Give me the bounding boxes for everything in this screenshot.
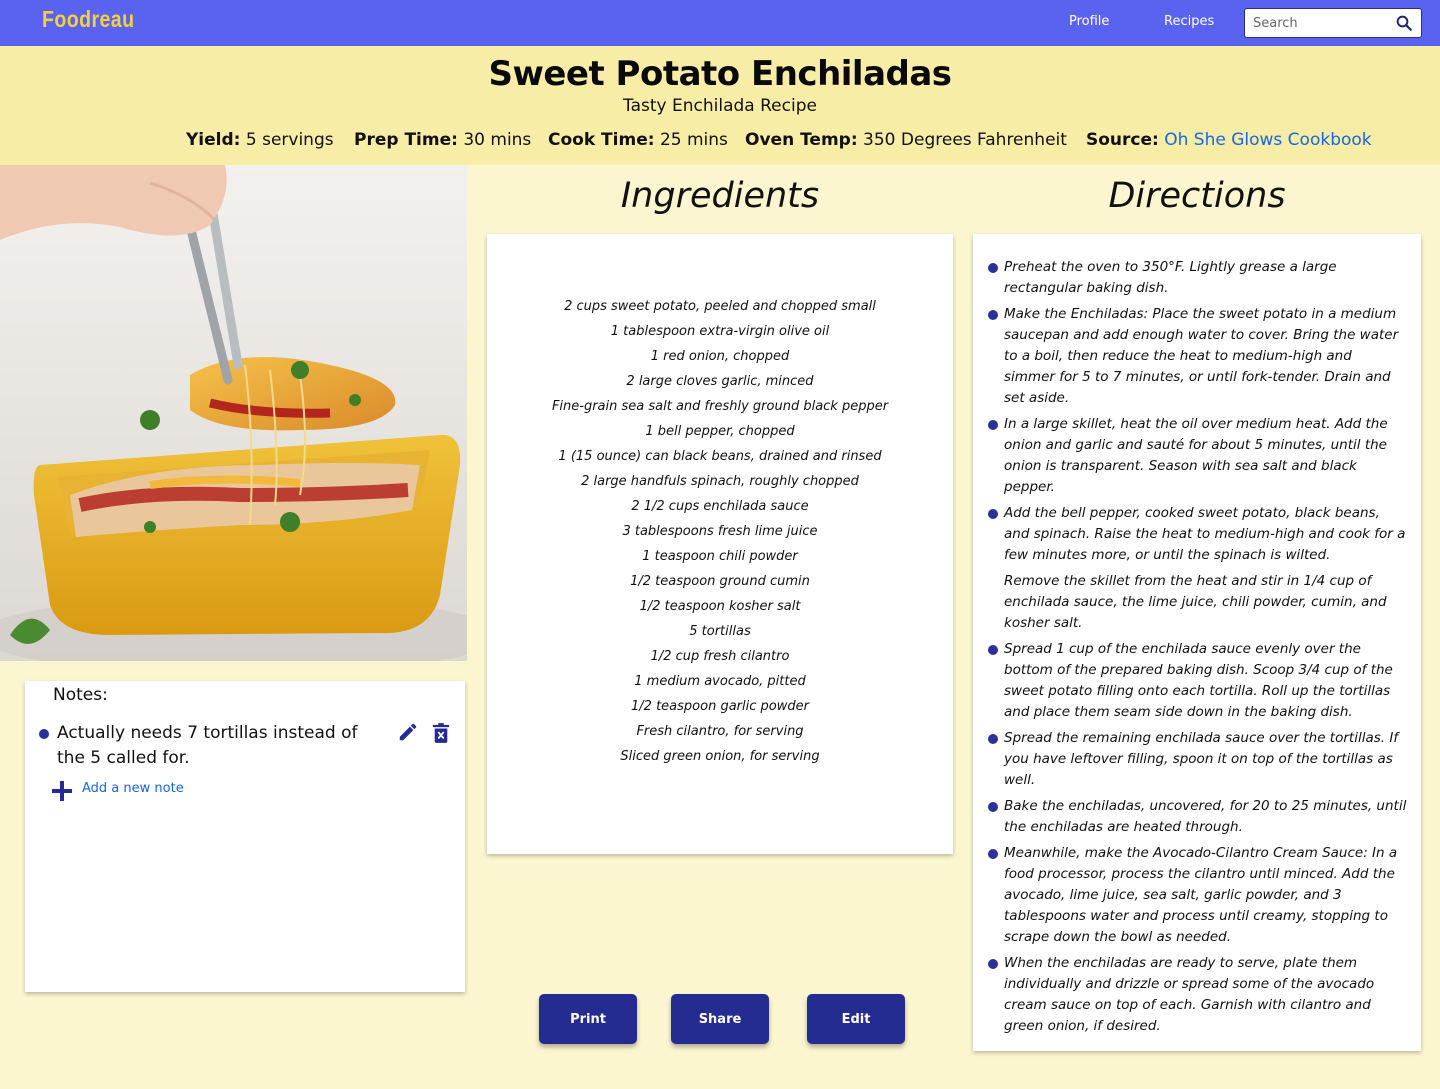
meta-yield-value: 5 servings xyxy=(245,130,334,150)
direction-step: Make the Enchiladas: Place the sweet pot… xyxy=(987,304,1407,409)
directions-card: Preheat the oven to 350°F. Lightly greas… xyxy=(973,234,1421,1051)
meta-cook-label: Cook Time: xyxy=(548,130,655,150)
meta-yield-label: Yield: xyxy=(186,130,241,150)
ingredients-list: 2 cups sweet potato, peeled and chopped … xyxy=(487,294,953,769)
ingredient-item: 1/2 teaspoon garlic powder xyxy=(631,699,809,714)
ingredient-item: 1 bell pepper, chopped xyxy=(645,424,795,439)
meta-source-label: Source: xyxy=(1086,130,1159,150)
print-button[interactable]: Print xyxy=(539,994,637,1044)
direction-text: Remove the skillet from the heat and sti… xyxy=(1004,573,1387,631)
bullet-icon xyxy=(39,729,49,739)
source-link[interactable]: Oh She Glows Cookbook xyxy=(1164,130,1371,150)
meta-prep: Prep Time: 30 mins xyxy=(354,130,531,150)
meta-oven-label: Oven Temp: xyxy=(745,130,858,150)
direction-step: When the enchiladas are ready to serve, … xyxy=(987,953,1407,1037)
ingredient-item: 1/2 teaspoon kosher salt xyxy=(639,599,801,614)
search-box xyxy=(1244,8,1422,38)
brand-logo[interactable]: Foodreau xyxy=(42,6,134,33)
bullet-icon xyxy=(988,509,998,519)
top-navbar: Foodreau Profile Recipes xyxy=(0,0,1440,46)
direction-step: Preheat the oven to 350°F. Lightly greas… xyxy=(987,257,1407,299)
ingredient-item: 1 teaspoon chili powder xyxy=(642,549,798,564)
meta-oven-value: 350 Degrees Fahrenheit xyxy=(863,130,1067,150)
ingredient-item: 1 red onion, chopped xyxy=(650,349,790,364)
ingredients-card: 2 cups sweet potato, peeled and chopped … xyxy=(487,234,953,854)
ingredient-item: 2 large cloves garlic, minced xyxy=(626,374,814,389)
ingredient-item: 1/2 teaspoon ground cumin xyxy=(630,574,810,589)
direction-text: Make the Enchiladas: Place the sweet pot… xyxy=(1004,306,1399,406)
recipe-header: Sweet Potato Enchiladas Tasty Enchilada … xyxy=(0,46,1440,165)
enchilada-dish-image xyxy=(0,165,467,661)
direction-step: Remove the skillet from the heat and sti… xyxy=(987,571,1407,634)
bullet-icon xyxy=(988,645,998,655)
share-button[interactable]: Share xyxy=(671,994,769,1044)
meta-prep-label: Prep Time: xyxy=(354,130,458,150)
bullet-icon xyxy=(988,310,998,320)
notes-card: Notes: Actually needs 7 tortillas instea… xyxy=(25,681,465,992)
direction-text: Meanwhile, make the Avocado-Cilantro Cre… xyxy=(1004,845,1398,945)
ingredient-item: 2 large handfuls spinach, roughly choppe… xyxy=(581,474,859,489)
direction-text: Add the bell pepper, cooked sweet potato… xyxy=(1004,505,1406,563)
edit-button[interactable]: Edit xyxy=(807,994,905,1044)
ingredient-item: 1 (15 ounce) can black beans, drained an… xyxy=(558,449,882,464)
delete-trash-icon[interactable] xyxy=(432,723,450,743)
bullet-icon xyxy=(988,849,998,859)
ingredient-item: 3 tablespoons fresh lime juice xyxy=(622,524,818,539)
direction-text: Bake the enchiladas, uncovered, for 20 t… xyxy=(1004,798,1407,835)
bullet-icon xyxy=(988,802,998,812)
direction-text: In a large skillet, heat the oil over me… xyxy=(1004,416,1388,495)
ingredient-item: Fine-grain sea salt and freshly ground b… xyxy=(551,399,889,414)
ingredient-item: 1/2 cup fresh cilantro xyxy=(650,649,790,664)
meta-cook-value: 25 mins xyxy=(659,130,728,150)
nav-profile-link[interactable]: Profile xyxy=(1069,14,1109,29)
direction-step: Spread 1 cup of the enchilada sauce even… xyxy=(987,639,1407,723)
meta-yield: Yield: 5 servings xyxy=(186,130,334,150)
direction-step: Spread the remaining enchilada sauce ove… xyxy=(987,728,1407,791)
plus-icon xyxy=(52,781,72,801)
directions-list: Preheat the oven to 350°F. Lightly greas… xyxy=(987,257,1407,1042)
direction-text: Preheat the oven to 350°F. Lightly greas… xyxy=(1004,259,1337,296)
direction-text: When the enchiladas are ready to serve, … xyxy=(1004,955,1375,1034)
ingredient-item: 1 medium avocado, pitted xyxy=(634,674,806,689)
ingredient-item: 5 tortillas xyxy=(689,624,751,639)
meta-prep-value: 30 mins xyxy=(463,130,532,150)
direction-step: Add the bell pepper, cooked sweet potato… xyxy=(987,503,1407,566)
search-input[interactable] xyxy=(1253,14,1393,32)
ingredient-item: Fresh cilantro, for serving xyxy=(636,724,804,739)
add-note-label: Add a new note xyxy=(82,781,184,796)
meta-source: Source: Oh She Glows Cookbook xyxy=(1086,130,1372,150)
direction-text: Spread 1 cup of the enchilada sauce even… xyxy=(1004,641,1393,720)
ingredients-heading: Ingredients xyxy=(620,176,820,216)
notes-title: Notes: xyxy=(53,685,108,705)
note-item: Actually needs 7 tortillas instead of th… xyxy=(39,721,389,771)
bullet-icon xyxy=(988,959,998,969)
direction-step: Bake the enchiladas, uncovered, for 20 t… xyxy=(987,796,1407,838)
directions-heading: Directions xyxy=(1108,176,1286,216)
direction-text: Spread the remaining enchilada sauce ove… xyxy=(1004,730,1399,788)
bullet-icon xyxy=(988,263,998,273)
meta-oven: Oven Temp: 350 Degrees Fahrenheit xyxy=(745,130,1067,150)
bullet-icon xyxy=(988,734,998,744)
recipe-title: Sweet Potato Enchiladas xyxy=(488,54,952,94)
ingredient-item: Sliced green onion, for serving xyxy=(620,749,820,764)
ingredient-item: 1 tablespoon extra-virgin olive oil xyxy=(610,324,830,339)
recipe-photo xyxy=(0,165,467,661)
note-text: Actually needs 7 tortillas instead of th… xyxy=(57,723,358,768)
search-icon[interactable] xyxy=(1395,14,1413,32)
ingredient-item: 2 cups sweet potato, peeled and chopped … xyxy=(564,299,876,314)
edit-pencil-icon[interactable] xyxy=(397,721,419,743)
bullet-icon xyxy=(988,420,998,430)
direction-step: In a large skillet, heat the oil over me… xyxy=(987,414,1407,498)
nav-recipes-link[interactable]: Recipes xyxy=(1164,14,1214,29)
direction-step: Meanwhile, make the Avocado-Cilantro Cre… xyxy=(987,843,1407,948)
recipe-subtitle: Tasty Enchilada Recipe xyxy=(623,96,817,116)
ingredient-item: 2 1/2 cups enchilada sauce xyxy=(631,499,809,514)
meta-cook: Cook Time: 25 mins xyxy=(548,130,728,150)
